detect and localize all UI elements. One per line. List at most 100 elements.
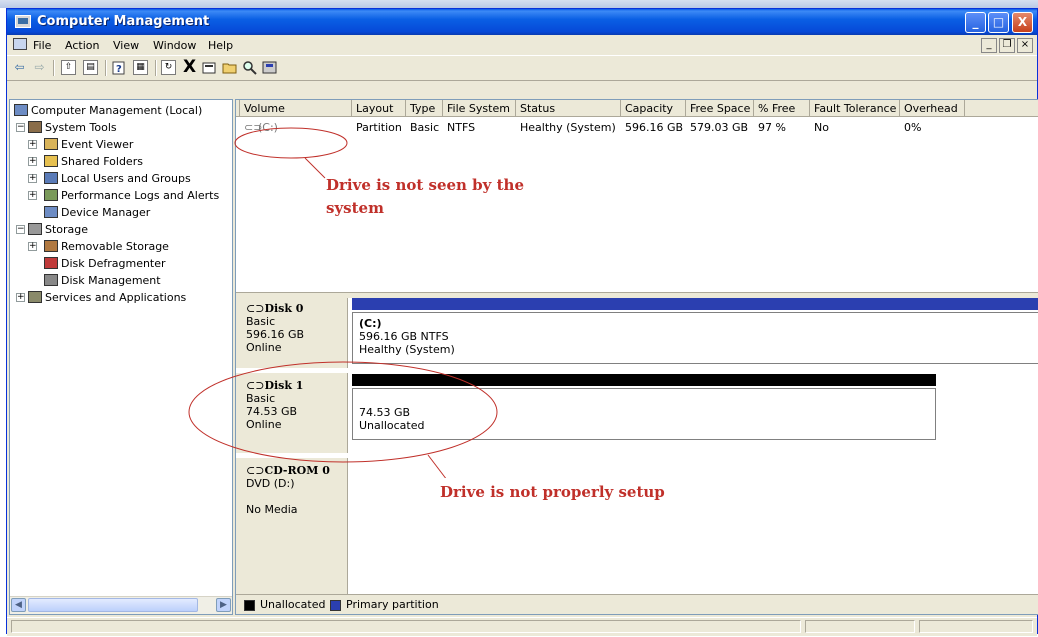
expand-icon[interactable]: +: [28, 174, 37, 183]
column-header-layout[interactable]: Layout: [352, 100, 406, 117]
tree-item-disk-defragmenter[interactable]: Disk Defragmenter: [10, 255, 166, 272]
close-button[interactable]: X: [1012, 12, 1033, 33]
disk-icon[interactable]: [261, 59, 278, 76]
partition-c[interactable]: (C:) 596.16 GB NTFS Healthy (System): [352, 312, 1038, 364]
partition-c-size: 596.16 GB NTFS: [359, 330, 449, 343]
mdi-restore-button[interactable]: ❐: [999, 38, 1015, 53]
column-header-overhead[interactable]: Overhead: [900, 100, 965, 117]
refresh-icon[interactable]: ↻: [161, 60, 176, 75]
background-strip: [0, 0, 1038, 8]
tree-item-computer-management-local[interactable]: Computer Management (Local): [12, 102, 202, 119]
annotation-drive-not-seen: Drive is not seen by the system: [326, 176, 524, 217]
status-bar-pane: [805, 620, 915, 633]
disk-0-size: 596.16 GB: [246, 328, 305, 341]
status-bar-pane: [11, 620, 801, 633]
scroll-thumb[interactable]: [28, 598, 198, 612]
tree-item-label: Disk Management: [61, 274, 161, 287]
disk-1-name: ⊂⊃Disk 1: [246, 379, 304, 392]
menu-action[interactable]: Action: [65, 39, 99, 52]
tree-item-local-users-and-groups[interactable]: + Local Users and Groups: [10, 170, 191, 187]
search-icon[interactable]: [241, 59, 258, 76]
column-header-filler: [965, 100, 1038, 117]
device-manager-icon: [44, 206, 58, 218]
tree-item-label: System Tools: [45, 121, 117, 134]
tree-item-shared-folders[interactable]: + Shared Folders: [10, 153, 143, 170]
tree-item-device-manager[interactable]: Device Manager: [10, 204, 150, 221]
legend-unallocated: Unallocated: [260, 598, 326, 611]
expand-icon[interactable]: +: [16, 293, 25, 302]
tree-item-system-tools[interactable]: − System Tools: [10, 119, 117, 136]
tree-item-event-viewer[interactable]: + Event Viewer: [10, 136, 133, 153]
collapse-icon[interactable]: −: [16, 225, 25, 234]
forward-icon[interactable]: ⇨: [31, 59, 48, 76]
tree-item-performance-logs-and-alerts[interactable]: + Performance Logs and Alerts: [10, 187, 219, 204]
back-icon[interactable]: ⇦: [11, 59, 28, 76]
tree-item-storage[interactable]: − Storage: [10, 221, 88, 238]
toolbar-separator: [105, 60, 107, 76]
menu-view[interactable]: View: [113, 39, 139, 52]
mdi-close-button[interactable]: ×: [1017, 38, 1033, 53]
column-header-file-system[interactable]: File System: [443, 100, 516, 117]
column-header-fault-tolerance[interactable]: Fault Tolerance: [810, 100, 900, 117]
expand-icon[interactable]: +: [28, 140, 37, 149]
properties-icon[interactable]: ▦: [133, 60, 148, 75]
tree-item-disk-management[interactable]: Disk Management: [10, 272, 161, 289]
open-folder-icon[interactable]: [221, 59, 238, 76]
disk-1-label[interactable]: ⊂⊃Disk 1 Basic 74.53 GB Online: [236, 373, 348, 453]
disk-drive-icon: ⊂⊃: [246, 379, 265, 392]
column-header-type[interactable]: Type: [406, 100, 443, 117]
column-header-capacity[interactable]: Capacity: [621, 100, 686, 117]
scroll-right-icon[interactable]: ▶: [216, 598, 231, 612]
mdi-window-icon[interactable]: [13, 38, 27, 50]
removable-storage-icon: [44, 240, 58, 252]
console-tree: Computer Management (Local) − System Tools…: [9, 99, 233, 615]
partition-c-title: (C:): [359, 317, 382, 330]
menu-help[interactable]: Help: [208, 39, 233, 52]
cdrom-0-name: ⊂⊃CD-ROM 0: [246, 464, 330, 477]
scroll-left-icon[interactable]: ◀: [11, 598, 26, 612]
menu-file[interactable]: File: [33, 39, 51, 52]
cdrom-0-label[interactable]: ⊂⊃CD-ROM 0 DVD (D:) No Media: [236, 458, 348, 594]
column-header-volume[interactable]: Volume: [240, 100, 352, 117]
cdrom-0-type: DVD (D:): [246, 477, 295, 490]
disk-0-state: Online: [246, 341, 282, 354]
disk-0-type: Basic: [246, 315, 276, 328]
show-hide-tree-icon[interactable]: ▤: [83, 60, 98, 75]
title-bar[interactable]: Computer Management _ □ X: [7, 9, 1037, 35]
disk-0-label[interactable]: ⊂⊃Disk 0 Basic 596.16 GB Online: [236, 298, 348, 368]
tree-item-services-and-applications[interactable]: + Services and Applications: [10, 289, 186, 306]
unallocated-label: Unallocated: [359, 419, 425, 432]
minimize-button[interactable]: _: [965, 12, 986, 33]
maximize-button[interactable]: □: [988, 12, 1009, 33]
properties-page-icon[interactable]: [201, 59, 218, 76]
legend-swatch-primary: [330, 600, 341, 611]
table-cell: Partition: [356, 121, 402, 134]
collapse-icon[interactable]: −: [16, 123, 25, 132]
column-header-edge: [236, 100, 240, 117]
annotation-drive-not-setup: Drive is not properly setup: [440, 478, 750, 530]
help-icon[interactable]: ?: [111, 59, 128, 76]
column-header--free[interactable]: % Free: [754, 100, 810, 117]
mdi-minimize-button[interactable]: _: [981, 38, 997, 53]
column-header-status[interactable]: Status: [516, 100, 621, 117]
menu-window[interactable]: Window: [153, 39, 196, 52]
cdrom-icon: ⊂⊃: [246, 464, 265, 477]
services-icon: [28, 291, 42, 303]
delete-icon[interactable]: X: [181, 59, 198, 76]
toolbar-separator: [53, 60, 55, 76]
expand-icon[interactable]: +: [28, 157, 37, 166]
expand-icon[interactable]: +: [28, 191, 37, 200]
mdi-controls: _ ❐ ×: [979, 38, 1033, 53]
menu-bar: File Action View Window Help _ ❐ ×: [7, 35, 1037, 55]
tree-item-label: Device Manager: [61, 206, 151, 219]
expand-icon[interactable]: +: [28, 242, 37, 251]
computer-icon: [14, 104, 28, 116]
primary-partition-bar: [352, 298, 1038, 310]
column-header-free-space[interactable]: Free Space: [686, 100, 754, 117]
up-level-icon[interactable]: ⇧: [61, 60, 76, 75]
tree-item-removable-storage[interactable]: + Removable Storage: [10, 238, 169, 255]
tree-item-label: Storage: [45, 223, 89, 236]
disk-0-name: ⊂⊃Disk 0: [246, 302, 304, 315]
tree-horizontal-scrollbar[interactable]: ◀ ▶: [10, 596, 232, 614]
unallocated-region[interactable]: 74.53 GB Unallocated: [352, 388, 936, 440]
